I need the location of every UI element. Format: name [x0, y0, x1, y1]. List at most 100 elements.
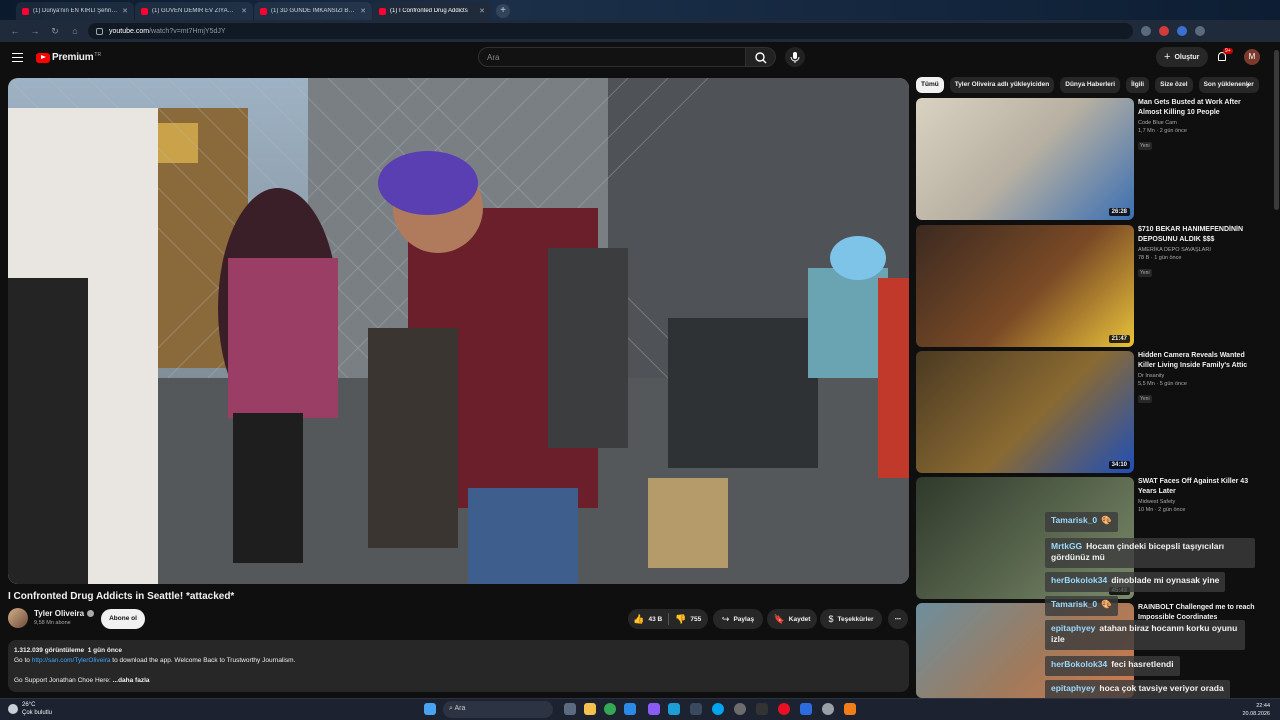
taskbar-search[interactable]: ⌕ Ara [443, 701, 553, 718]
steam-icon[interactable] [690, 703, 702, 715]
app-icon[interactable] [756, 703, 768, 715]
duration-badge: 26:28 [1108, 208, 1130, 216]
more-actions-button[interactable]: ⋯ [888, 609, 908, 629]
thanks-icon: $ [828, 614, 834, 624]
back-icon[interactable]: ← [8, 26, 22, 36]
account-avatar[interactable]: M [1244, 49, 1260, 65]
close-tab-icon[interactable]: ✕ [479, 7, 485, 15]
channel-avatar[interactable] [8, 608, 28, 628]
video-player[interactable] [8, 78, 909, 584]
create-button[interactable]: + Oluştur [1156, 47, 1208, 67]
video-title: I Confronted Drug Addicts in Seattle! *a… [8, 591, 235, 602]
browser-tab-active[interactable]: (1) I Confronted Drug Addicts ✕ [373, 2, 491, 20]
browser-tab[interactable]: (1) GÜVEN DEMİR EV ZİYARETİ ✕ [135, 2, 253, 20]
search-input[interactable]: Ara [478, 47, 746, 67]
vlc-icon[interactable] [844, 703, 856, 715]
dislike-button[interactable]: 👎 755 [669, 614, 709, 625]
thanks-button[interactable]: $ Teşekkürler [820, 609, 882, 629]
recommendation-channel[interactable]: Dr Insanity [1138, 373, 1264, 379]
chat-username: Tamarisk_0 [1051, 515, 1098, 525]
chip-all[interactable]: Tümü [916, 77, 944, 93]
video-description[interactable]: 1.312.039 görüntüleme 1 gün önce Go to h… [8, 640, 909, 692]
edge-icon[interactable] [624, 703, 636, 715]
video-thumbnail[interactable]: 34:10 [916, 351, 1134, 473]
close-tab-icon[interactable]: ✕ [122, 7, 128, 15]
close-tab-icon[interactable]: ✕ [360, 7, 366, 15]
video-thumbnail[interactable]: 21:47 [916, 225, 1134, 347]
chip-world-news[interactable]: Dünya Haberleri [1060, 77, 1121, 93]
recommendation-channel[interactable]: Code Blue Cam [1138, 120, 1264, 126]
save-button[interactable]: 🔖 Kaydet [767, 609, 817, 629]
recommendation-channel[interactable]: Midwest Safety [1138, 499, 1264, 505]
view-count: 1.312.039 görüntüleme [14, 647, 85, 654]
new-tab-button[interactable]: + [496, 4, 510, 18]
scrollbar-thumb[interactable] [1274, 50, 1279, 210]
chip-related[interactable]: İlgili [1126, 77, 1150, 93]
home-icon[interactable]: ⌂ [68, 26, 82, 36]
url-field[interactable]: youtube.com/watch?v=mt7HmjY5dJY [88, 23, 1133, 39]
chat-message: MrtkGG Hocam çindeki bicepsli taşıyıcılar… [1045, 538, 1255, 568]
cloudy-weather-icon [8, 704, 18, 714]
app-icon[interactable] [734, 703, 746, 715]
extension-icon[interactable] [1177, 26, 1187, 36]
settings-icon[interactable] [822, 703, 834, 715]
app-icon[interactable] [648, 703, 660, 715]
url-path: /watch?v=mt7HmjY5dJY [149, 27, 226, 35]
hamburger-menu-icon[interactable] [12, 53, 23, 62]
url-host: youtube.com [109, 27, 150, 35]
browser-tab[interactable]: (1) 3D GÜNDE İMKANSIZI BAŞARDIK✕ [254, 2, 372, 20]
channel-name[interactable]: Tyler Oliveira [34, 609, 84, 618]
recommendation-meta: 1,7 Mn · 2 gün önce [1138, 128, 1187, 134]
reload-icon[interactable]: ↻ [48, 26, 62, 37]
thumbs-up-icon: 👍 [633, 613, 645, 624]
search-button[interactable] [746, 47, 776, 67]
recommendation-item[interactable]: 21:47 $710 BEKAR HANIMEFENDİNİN DEPOSUNU… [916, 225, 1268, 347]
chevron-right-icon[interactable]: › [1246, 80, 1249, 91]
recommendation-channel[interactable]: AMERİKA DEPO SAVAŞLARI [1138, 247, 1264, 253]
save-label: Kaydet [788, 615, 811, 623]
extension-icon[interactable] [1141, 26, 1151, 36]
profile-icon[interactable] [1195, 26, 1205, 36]
share-button[interactable]: ↪ Paylaş [713, 609, 763, 629]
clock-date: 20.08.2026 [1242, 711, 1270, 717]
notifications-button[interactable]: 9+ [1216, 48, 1233, 64]
new-badge: Yeni [1138, 269, 1152, 277]
chip-recent[interactable]: Son yüklenenler [1198, 77, 1259, 93]
recommendation-title[interactable]: $710 BEKAR HANIMEFENDİNİN DEPOSUNU ALDIK… [1138, 225, 1264, 245]
close-tab-icon[interactable]: ✕ [241, 7, 247, 15]
recommendation-item[interactable]: 34:10 Hidden Camera Reveals Wanted Kille… [916, 351, 1268, 473]
app-icon[interactable] [778, 703, 790, 715]
file-explorer-icon[interactable] [584, 703, 596, 715]
page-scrollbar[interactable] [1273, 44, 1280, 698]
system-clock[interactable]: 22:44 20.08.2026 [1242, 702, 1270, 718]
weather-widget[interactable]: 26°C Çok bulutlu [8, 701, 52, 717]
show-more-link[interactable]: ...daha fazla [113, 677, 150, 684]
forward-icon[interactable]: → [28, 26, 42, 36]
chat-message: epitaphyey atahan biraz hocanın korku oyu… [1045, 620, 1245, 650]
app-icon[interactable] [800, 703, 812, 715]
subscribe-button[interactable]: Abone ol [101, 609, 145, 629]
video-thumbnail[interactable]: 26:28 [916, 98, 1134, 220]
like-button[interactable]: 👍 43 B [628, 614, 668, 625]
site-info-icon[interactable] [96, 27, 103, 35]
app-icon[interactable] [712, 703, 724, 715]
browser-tab[interactable]: (1) Dünya'nın EN KIRLI Şehrinde... ✕ [16, 2, 134, 20]
recommendation-title[interactable]: Hidden Camera Reveals Wanted Killer Livi… [1138, 351, 1264, 371]
app-icon[interactable] [668, 703, 680, 715]
chrome-icon[interactable] [604, 703, 616, 715]
channel-name-row[interactable]: Tyler Oliveira [34, 609, 95, 618]
voice-search-button[interactable] [785, 47, 805, 67]
recommendation-title[interactable]: Man Gets Busted at Work After Almost Kil… [1138, 98, 1264, 118]
notification-count-badge: 9+ [1223, 48, 1233, 54]
youtube-logo[interactable]: Premium TR [36, 52, 101, 63]
description-text: Go to [14, 657, 32, 664]
task-view-icon[interactable] [564, 703, 576, 715]
recommendation-item[interactable]: 26:28 Man Gets Busted at Work After Almo… [916, 98, 1268, 220]
chip-from-uploader[interactable]: Tyler Oliveira adlı yükleyiciden [949, 77, 1055, 93]
windows-start-icon[interactable] [424, 703, 436, 715]
extension-icon[interactable] [1159, 26, 1169, 36]
description-link[interactable]: http://san.com/TylerOliveira [32, 657, 111, 664]
like-dislike-group: 👍 43 B 👎 755 [628, 609, 708, 629]
recommendation-title[interactable]: SWAT Faces Off Against Killer 43 Years L… [1138, 477, 1264, 497]
chip-for-you[interactable]: Size özel [1155, 77, 1193, 93]
